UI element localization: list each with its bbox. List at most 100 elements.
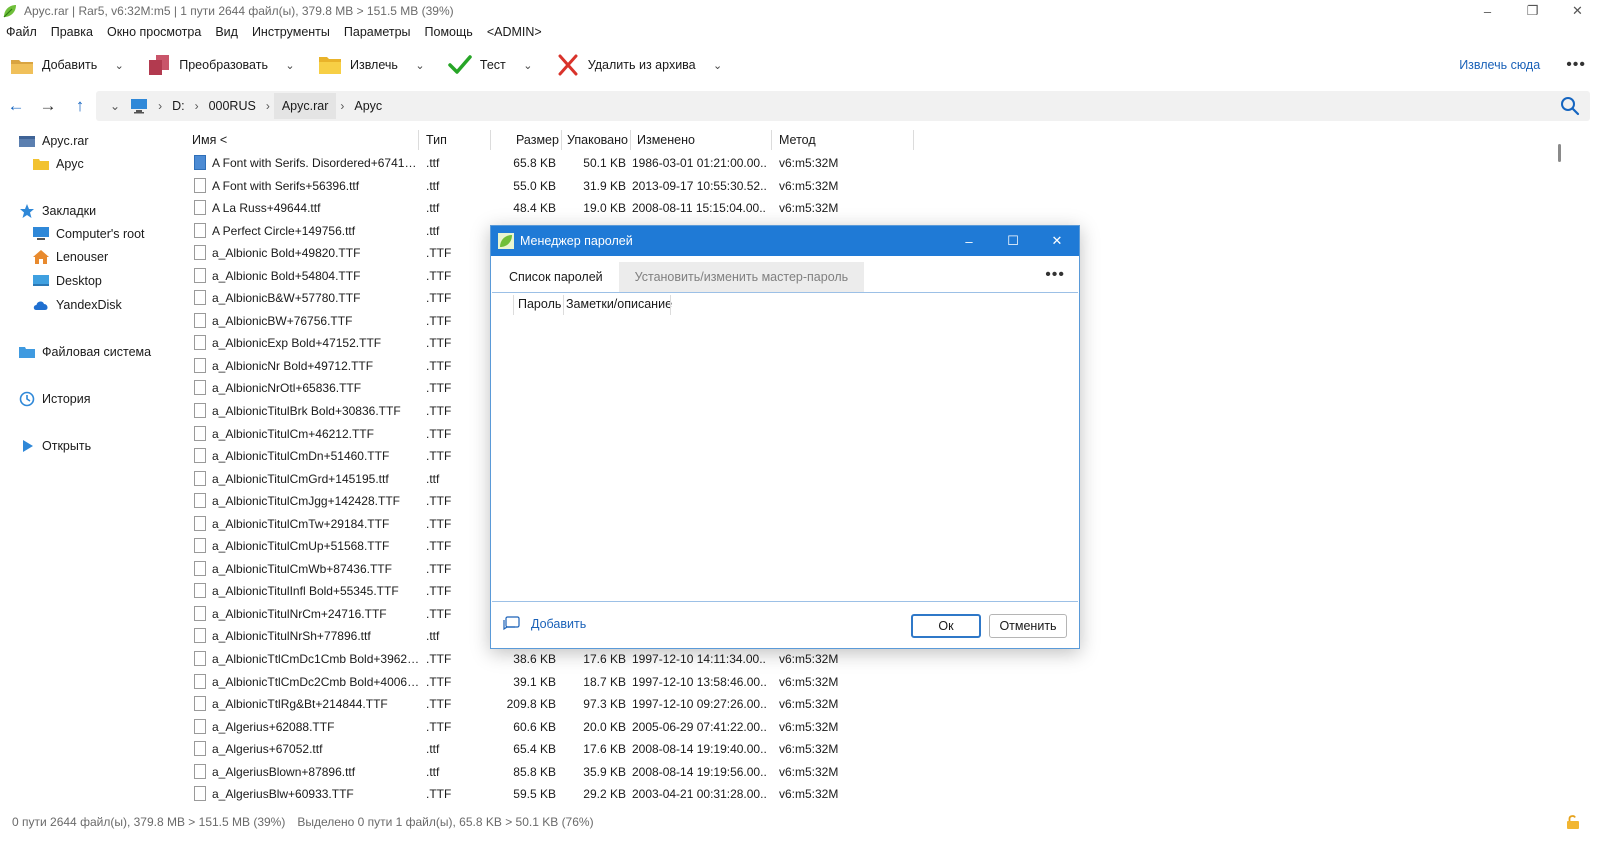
breadcrumb-000rus[interactable]: 000RUS (203, 99, 262, 113)
convert-button[interactable]: Преобразовать (137, 48, 278, 82)
column-header-notes[interactable]: Заметки/описание (566, 297, 672, 311)
vertical-scrollbar[interactable] (1556, 128, 1564, 808)
column-divider[interactable] (913, 130, 914, 150)
column-header-type[interactable]: Тип (426, 128, 447, 152)
column-divider[interactable] (418, 130, 419, 150)
column-divider[interactable] (490, 130, 491, 150)
address-bar[interactable]: ⌄ › D: › 000RUS › Apyc.rar › Apyc (96, 91, 1590, 121)
breadcrumb-archive[interactable]: Apyc.rar (273, 93, 337, 119)
tab-master-password[interactable]: Установить/изменить мастер-пароль (618, 262, 865, 292)
tree-item-bookmarks[interactable]: Закладки (18, 200, 96, 222)
dialog-more-icon[interactable]: ••• (1045, 266, 1065, 284)
table-row[interactable]: a_AlbionicTtlCmDc1Cmb Bold+39623.... .TTF… (178, 648, 938, 671)
menu-file[interactable]: Файл (6, 25, 37, 39)
table-row[interactable]: a_AlbionicTtlRg&Bt+214844.TTF .TTF 209.8 K… (178, 693, 938, 716)
menu-admin[interactable]: <ADMIN> (487, 25, 542, 39)
tree-item-computer-root[interactable]: Computer's root (32, 223, 145, 245)
convert-dropdown-chevron-icon[interactable]: ⌄ (278, 59, 302, 72)
password-table[interactable]: Пароль Заметки/описание (492, 292, 1078, 602)
file-type: .ttf (426, 178, 440, 193)
extract-dropdown-chevron-icon[interactable]: ⌄ (408, 59, 432, 72)
column-header-modified[interactable]: Изменено (637, 128, 695, 152)
test-button[interactable]: Тест (438, 48, 516, 82)
back-arrow-icon[interactable]: ← (0, 96, 32, 116)
table-row[interactable]: A Font with Serifs+56396.ttf .ttf 55.0 KB 3… (178, 175, 938, 198)
menu-edit[interactable]: Правка (51, 25, 93, 39)
column-divider[interactable] (563, 295, 564, 315)
test-dropdown-chevron-icon[interactable]: ⌄ (516, 59, 540, 72)
minimize-button[interactable]: – (1465, 0, 1510, 22)
tree-label: Закладки (42, 204, 97, 218)
table-row[interactable]: a_AlgeriusBlown+87896.ttf .ttf 85.8 KB 35.9… (178, 761, 938, 784)
table-row[interactable]: a_AlgeriusBlw+60933.TTF .TTF 59.5 KB 29.2 K… (178, 783, 938, 806)
computer-icon[interactable] (130, 98, 148, 114)
table-row[interactable]: A Font with Serifs. Disordered+67412.ttf… (178, 152, 938, 175)
table-row[interactable]: a_Algerius+62088.TTF .TTF 60.6 KB 20.0 KB 20… (178, 716, 938, 739)
tree-item-filesystem[interactable]: Файловая система (18, 341, 151, 363)
dialog-close-button[interactable]: ✕ (1035, 226, 1079, 256)
menu-viewer[interactable]: Окно просмотра (107, 25, 201, 39)
lock-icon[interactable] (1566, 814, 1580, 830)
history-dropdown-chevron-icon[interactable]: ⌄ (106, 99, 130, 113)
file-modified: 1997-12-10 14:11:34.00... (632, 652, 766, 667)
breadcrumb-drive[interactable]: D: (166, 99, 191, 113)
menu-view[interactable]: Вид (215, 25, 238, 39)
table-row[interactable]: A La Russ+49644.ttf .ttf 48.4 KB 19.0 KB 200… (178, 197, 938, 220)
file-icon (194, 673, 206, 689)
scrollbar-thumb[interactable] (1558, 144, 1561, 162)
file-type: .ttf (426, 471, 440, 486)
file-name: a_AlgeriusBlown+87896.ttf (212, 764, 356, 779)
delete-button[interactable]: Удалить из архива (546, 48, 706, 82)
dialog-minimize-button[interactable]: – (947, 226, 991, 256)
add-password-button[interactable]: Добавить (503, 616, 586, 632)
tab-password-list[interactable]: Список паролей (499, 262, 613, 292)
file-icon (194, 448, 206, 464)
tree-item-desktop[interactable]: Desktop (32, 270, 102, 292)
column-divider[interactable] (670, 295, 671, 315)
toolbar-more-icon[interactable]: ••• (1566, 56, 1586, 74)
tree-item-folder[interactable]: Apyc (32, 153, 84, 175)
file-size: 38.6 KB (513, 652, 556, 667)
table-row[interactable]: a_AlbionicTtlCmDc2Cmb Bold+40068.... .TTF… (178, 671, 938, 694)
menu-help[interactable]: Помощь (425, 25, 473, 39)
file-method: v6:m5:32M (779, 697, 839, 712)
forward-arrow-icon[interactable]: → (32, 96, 64, 116)
ok-button[interactable]: Ок (911, 614, 981, 638)
column-divider[interactable] (630, 130, 631, 150)
column-header-packed[interactable]: Упаковано (567, 128, 628, 152)
column-divider[interactable] (561, 130, 562, 150)
tree-item-history[interactable]: История (18, 388, 90, 410)
column-header-method[interactable]: Метод (779, 128, 816, 152)
file-packed: 31.9 KB (583, 178, 626, 193)
dialog-maximize-button[interactable]: ☐ (991, 226, 1035, 256)
column-header-name[interactable]: Имя < (192, 128, 227, 152)
column-divider[interactable] (771, 130, 772, 150)
tree-item-archive[interactable]: Apyc.rar (18, 130, 89, 152)
column-header-size[interactable]: Размер (516, 128, 559, 152)
search-icon[interactable] (1560, 96, 1580, 116)
tree-item-yandexdisk[interactable]: YandexDisk (32, 294, 122, 316)
menu-tools[interactable]: Инструменты (252, 25, 330, 39)
add-dropdown-chevron-icon[interactable]: ⌄ (107, 59, 131, 72)
menu-options[interactable]: Параметры (344, 25, 411, 39)
column-divider[interactable] (513, 295, 514, 315)
delete-dropdown-chevron-icon[interactable]: ⌄ (706, 59, 730, 72)
extract-here-link[interactable]: Извлечь сюда (1459, 58, 1540, 72)
extract-button[interactable]: Извлечь (308, 48, 408, 82)
tree-item-lenouser[interactable]: Lenouser (32, 246, 108, 268)
file-name: a_AlbionicTitulCmUp+51568.TTF (212, 539, 390, 554)
file-icon (194, 605, 206, 621)
table-row[interactable]: a_Algerius+67052.ttf .ttf 65.4 KB 17.6 KB 20… (178, 738, 938, 761)
maximize-button[interactable]: ❐ (1510, 0, 1555, 22)
file-icon (194, 538, 206, 554)
file-type: .TTF (426, 336, 452, 351)
tree-item-open[interactable]: Открыть (18, 435, 91, 457)
up-arrow-icon[interactable]: ↑ (64, 96, 96, 116)
file-type: .TTF (426, 584, 452, 599)
column-header-password[interactable]: Пароль (518, 297, 561, 311)
add-button[interactable]: Добавить (0, 48, 107, 82)
file-type: .TTF (426, 404, 452, 419)
breadcrumb-folder[interactable]: Apyc (348, 99, 388, 113)
cancel-button[interactable]: Отменить (989, 614, 1067, 638)
close-button[interactable]: ✕ (1555, 0, 1600, 22)
